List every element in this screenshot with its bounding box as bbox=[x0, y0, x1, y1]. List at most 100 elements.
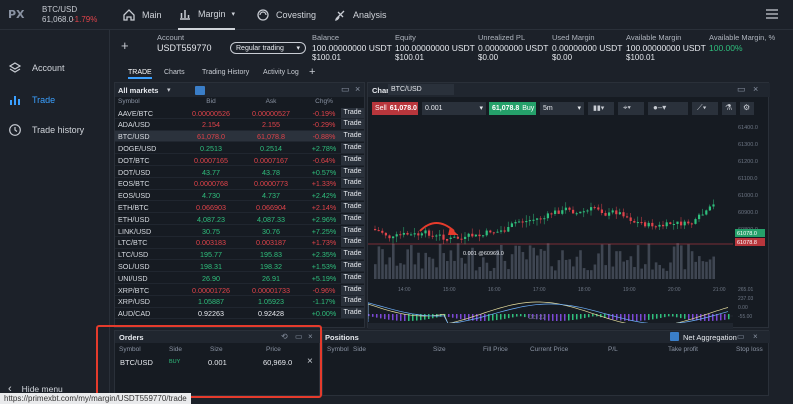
settings-button[interactable]: ⚙ bbox=[740, 102, 754, 115]
market-row[interactable]: SOL/USD 198.31 198.32 +1.53% Trade bbox=[115, 260, 364, 273]
positions-col[interactable]: Side bbox=[353, 346, 366, 353]
positions-col[interactable]: Stop loss bbox=[736, 346, 763, 353]
account-id[interactable]: USDT559770 bbox=[157, 43, 212, 53]
positions-col[interactable]: Symbol bbox=[327, 346, 349, 353]
price-chart[interactable]: 61400.0 61300.0 61200.0 61100.0 61000.0 60900… bbox=[368, 119, 770, 329]
markets-title[interactable]: All markets bbox=[118, 86, 158, 95]
col-price[interactable]: Price bbox=[266, 346, 281, 353]
market-row[interactable]: LTC/USD 195.77 195.83 +2.35% Trade bbox=[115, 249, 364, 261]
trade-button[interactable]: Trade bbox=[341, 142, 364, 153]
quantity-input[interactable]: 0.001 ▾ bbox=[422, 102, 486, 115]
sidebar-item-trade[interactable]: Trade bbox=[8, 93, 55, 107]
candle-type-button[interactable]: ▮▮▾ bbox=[588, 102, 614, 115]
trading-mode-select[interactable]: Regular trading ▾ bbox=[230, 42, 306, 54]
tab-charts[interactable]: Charts bbox=[164, 69, 185, 76]
time-scrollbar[interactable] bbox=[368, 323, 733, 329]
hamburger-menu-icon[interactable] bbox=[766, 9, 778, 19]
primexbt-logo[interactable]: PX bbox=[8, 8, 25, 22]
market-row[interactable]: LINK/USD 30.75 30.76 +7.25% Trade bbox=[115, 225, 364, 237]
market-row[interactable]: ETH/USD 4,087.23 4,087.33 +2.96% Trade bbox=[115, 213, 364, 225]
trade-button[interactable]: Trade bbox=[341, 178, 364, 189]
add-tab-button[interactable]: + bbox=[309, 66, 315, 78]
trade-button[interactable]: Trade bbox=[341, 225, 364, 236]
col-bid[interactable]: Bid bbox=[181, 98, 241, 105]
market-row[interactable]: XRP/USD 1.05887 1.05923 -1.17% Trade bbox=[115, 296, 364, 308]
filter-icon[interactable] bbox=[195, 86, 205, 95]
positions-col[interactable]: Take profit bbox=[668, 346, 698, 353]
close-icon[interactable]: × bbox=[308, 332, 313, 341]
trade-button[interactable]: Trade bbox=[341, 284, 364, 295]
trade-button[interactable]: Trade bbox=[341, 107, 364, 118]
nav-main[interactable]: Main bbox=[122, 0, 162, 30]
close-icon[interactable]: × bbox=[753, 332, 758, 341]
window-icon[interactable]: ▭ bbox=[737, 332, 745, 341]
positions-col[interactable]: P/L bbox=[608, 346, 618, 353]
trade-button[interactable]: Trade bbox=[341, 296, 364, 307]
positions-col[interactable]: Size bbox=[433, 346, 446, 353]
trade-button[interactable]: Trade bbox=[341, 154, 364, 165]
add-account-button[interactable]: + bbox=[121, 38, 129, 53]
col-size[interactable]: Size bbox=[210, 346, 223, 353]
market-row[interactable]: AAVE/BTC 0.00000526 0.00000527 -0.19% Trade bbox=[115, 107, 364, 119]
close-icon[interactable]: × bbox=[355, 84, 360, 94]
cancel-order-icon[interactable]: × bbox=[307, 356, 313, 367]
sidebar-item-trade-history[interactable]: Trade history bbox=[8, 123, 84, 137]
volume-bar bbox=[460, 257, 463, 279]
market-row[interactable]: ETH/BTC 0.066903 0.066904 +2.14% Trade bbox=[115, 201, 364, 214]
nav-margin[interactable]: Margin ▾ bbox=[178, 0, 236, 30]
close-icon[interactable]: × bbox=[753, 84, 758, 94]
interval-select[interactable]: 5m ▾ bbox=[540, 102, 584, 115]
history-icon[interactable]: ⟲ bbox=[281, 332, 288, 341]
indicator-button[interactable]: ●–▾ bbox=[648, 102, 688, 115]
drawing-button[interactable]: ⟋▾ bbox=[692, 102, 718, 115]
market-row[interactable]: BTC/USD 61,078.0 61,078.8 -0.88% Trade bbox=[115, 130, 364, 143]
trade-button[interactable]: Trade bbox=[341, 131, 364, 142]
market-row[interactable]: DOT/USD 43.77 43.78 +0.57% Trade bbox=[115, 166, 364, 178]
tab-trading-history[interactable]: Trading History bbox=[202, 69, 249, 76]
crosshair-button[interactable]: ⌖▾ bbox=[618, 102, 644, 115]
order-row[interactable]: BTC/USD BUY 0.001 60,969.0 × bbox=[115, 355, 321, 369]
top-bar bbox=[0, 0, 793, 30]
trade-button[interactable]: Trade bbox=[341, 272, 364, 283]
volume-bar bbox=[442, 253, 445, 279]
trade-button[interactable]: Trade bbox=[341, 213, 364, 224]
positions-col[interactable]: Fill Price bbox=[483, 346, 508, 353]
col-side[interactable]: Side bbox=[169, 346, 182, 353]
chart-symbol-input[interactable]: BTC/USD bbox=[388, 84, 454, 95]
nav-analysis[interactable]: Analysis bbox=[333, 0, 387, 30]
trade-button[interactable]: Trade bbox=[341, 166, 364, 177]
market-row[interactable]: LTC/BTC 0.003183 0.003187 +1.73% Trade bbox=[115, 237, 364, 249]
nav-covesting[interactable]: Covesting bbox=[256, 0, 316, 30]
tab-trade[interactable]: TRADE bbox=[128, 69, 152, 79]
trade-button[interactable]: Trade bbox=[341, 260, 364, 271]
market-row[interactable]: DOT/BTC 0.0007165 0.0007167 -0.64% Trade bbox=[115, 154, 364, 166]
buy-button[interactable]: 61,078.8 Buy bbox=[489, 102, 536, 115]
studies-button[interactable]: ⚗ bbox=[722, 102, 736, 115]
trade-button[interactable]: Trade bbox=[341, 201, 364, 212]
market-row[interactable]: EOS/BTC 0.0000768 0.0000773 +1.33% Trade bbox=[115, 178, 364, 190]
market-row[interactable]: DOGE/USD 0.2513 0.2514 +2.78% Trade bbox=[115, 142, 364, 155]
col-symbol[interactable]: Symbol bbox=[118, 98, 140, 105]
trade-button[interactable]: Trade bbox=[341, 308, 364, 319]
col-ask[interactable]: Ask bbox=[241, 98, 301, 105]
col-symbol[interactable]: Symbol bbox=[119, 346, 141, 353]
net-aggregation-toggle[interactable] bbox=[670, 332, 679, 341]
market-row[interactable]: XRP/BTC 0.00001726 0.00001733 -0.96% Trade bbox=[115, 284, 364, 296]
chevron-down-icon[interactable]: ▾ bbox=[167, 86, 171, 94]
sell-button[interactable]: Sell 61,078.0 bbox=[372, 102, 418, 115]
trade-button[interactable]: Trade bbox=[341, 237, 364, 248]
tab-activity-log[interactable]: Activity Log bbox=[263, 69, 299, 76]
positions-col[interactable]: Current Price bbox=[530, 346, 568, 353]
trade-button[interactable]: Trade bbox=[341, 119, 364, 130]
col-chg[interactable]: Chg% bbox=[305, 98, 343, 105]
trade-button[interactable]: Trade bbox=[341, 190, 364, 201]
window-icon[interactable]: ▭ bbox=[295, 332, 303, 341]
window-icon[interactable]: ▭ bbox=[737, 84, 746, 95]
window-icon[interactable]: ▭ bbox=[341, 84, 350, 95]
market-row[interactable]: UNI/USD 26.90 26.91 +5.19% Trade bbox=[115, 272, 364, 284]
market-row[interactable]: EOS/USD 4.730 4.737 +2.42% Trade bbox=[115, 190, 364, 202]
trade-button[interactable]: Trade bbox=[341, 249, 364, 260]
market-row[interactable]: AUD/CAD 0.92263 0.92428 +0.00% Trade bbox=[115, 308, 364, 320]
sidebar-item-account[interactable]: Account bbox=[8, 61, 65, 75]
market-row[interactable]: ADA/USD 2.154 2.155 -0.29% Trade bbox=[115, 119, 364, 131]
